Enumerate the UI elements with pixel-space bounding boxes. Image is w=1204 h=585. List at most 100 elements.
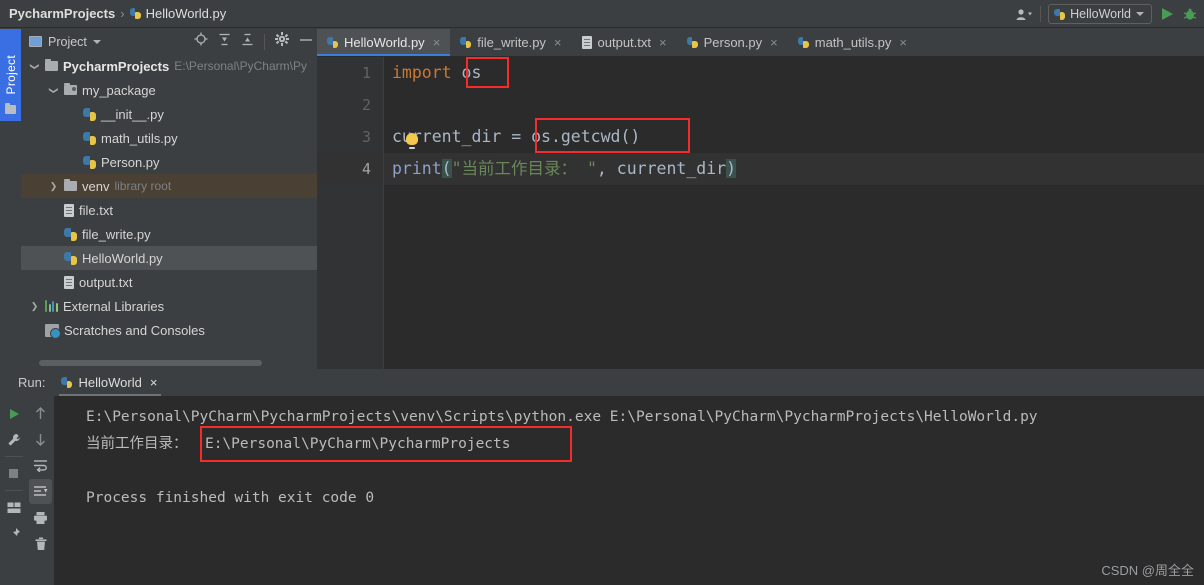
project-tool-window: Project ❯ PycharmProjects E:\Personal\Py… xyxy=(21,29,317,369)
close-icon[interactable]: × xyxy=(150,375,158,390)
tree-row-external-libraries[interactable]: ❯ External Libraries xyxy=(21,294,317,318)
editor-tab-output-txt[interactable]: output.txt × xyxy=(572,29,677,56)
run-button[interactable] xyxy=(1159,6,1175,22)
tree-row-scratches-and-consoles[interactable]: Scratches and Consoles xyxy=(21,318,317,342)
tool-window-strip-left: Project xyxy=(0,29,21,369)
package-folder-icon xyxy=(64,82,77,95)
console-line-4: Process finished with exit code 0 xyxy=(86,490,375,506)
tree-row-label: HelloWorld.py xyxy=(82,250,163,266)
tree-row-file-txt[interactable]: file.txt xyxy=(21,198,317,222)
up-arrow-icon[interactable] xyxy=(29,401,52,426)
editor-tab-label: file_write.py xyxy=(477,35,546,50)
wrench-settings-icon[interactable] xyxy=(2,427,25,452)
tree-row-person-py[interactable]: Person.py xyxy=(21,150,317,174)
close-icon[interactable]: × xyxy=(899,35,907,50)
code-text-area[interactable]: import os current_dir = os.getcwd() prin… xyxy=(384,57,1204,369)
tree-row-label: venv xyxy=(82,178,110,194)
chevron-right-icon[interactable]: ❯ xyxy=(29,301,40,312)
tree-row-helloworld-py[interactable]: HelloWorld.py xyxy=(21,246,317,270)
editor-area: HelloWorld.py × file_write.py × output.txt × P… xyxy=(317,29,1204,369)
close-icon[interactable]: × xyxy=(770,35,778,50)
tree-row-label: __init__.py xyxy=(101,106,164,122)
print-icon[interactable] xyxy=(29,505,52,530)
layout-icon[interactable] xyxy=(2,495,25,520)
text-file-icon xyxy=(64,203,74,217)
breadcrumb-file[interactable]: HelloWorld.py xyxy=(146,6,227,21)
console-line-1: E:\Personal\PyCharm\PycharmProjects\venv… xyxy=(86,409,1038,425)
expand-all-icon[interactable] xyxy=(218,33,231,51)
tree-row-label: my_package xyxy=(82,82,156,98)
close-icon[interactable]: × xyxy=(433,35,441,50)
tree-row-venv[interactable]: ❯ venv library root xyxy=(21,174,317,198)
editor-tab-bar: HelloWorld.py × file_write.py × output.txt × P… xyxy=(317,29,1204,57)
module-os: os xyxy=(451,63,482,82)
project-tree[interactable]: ❯ PycharmProjects E:\Personal\PyCharm\Py ❯ m… xyxy=(21,54,317,357)
sidebar-tab-project[interactable]: Project xyxy=(0,29,21,121)
tree-row-label: output.txt xyxy=(79,274,133,290)
breadcrumb-separator: › xyxy=(120,6,125,21)
intention-bulb-icon[interactable] xyxy=(406,133,418,149)
chevron-right-icon[interactable]: ❯ xyxy=(48,181,59,192)
python-file-icon xyxy=(460,37,472,48)
chevron-down-icon[interactable]: ❯ xyxy=(29,61,40,72)
editor-tab-label: Person.py xyxy=(703,35,763,50)
tree-row-label: Scratches and Consoles xyxy=(64,322,205,338)
scroll-to-end-icon[interactable] xyxy=(29,479,52,504)
soft-wrap-icon[interactable] xyxy=(29,453,52,478)
chevron-down-icon[interactable] xyxy=(92,39,101,44)
tree-row-label: Person.py xyxy=(101,154,160,170)
code-line-4: print("当前工作目录： ", current_dir) xyxy=(384,153,1204,185)
stop-icon[interactable] xyxy=(2,461,25,486)
tree-row-label: PycharmProjects xyxy=(63,58,170,74)
code-line-3: current_dir = os.getcwd() xyxy=(392,127,641,146)
debug-button[interactable] xyxy=(1182,6,1198,22)
run-toolbar-left xyxy=(0,396,27,585)
divider xyxy=(4,456,23,457)
tree-row-my-package[interactable]: ❯ my_package xyxy=(21,78,317,102)
tree-row-label: External Libraries xyxy=(63,298,165,314)
tree-row--init-py[interactable]: __init__.py xyxy=(21,102,317,126)
editor-gutter: 1 2 3 4 xyxy=(317,57,384,369)
run-configuration-selector[interactable]: HelloWorld xyxy=(1048,4,1152,24)
keyword-import: import xyxy=(392,63,452,82)
run-tab-helloworld[interactable]: HelloWorld × xyxy=(59,369,162,396)
string-literal: "当前工作目录： " xyxy=(451,159,597,178)
editor-tab-file-write-py[interactable]: file_write.py × xyxy=(450,29,571,56)
text-file-icon xyxy=(581,36,592,49)
editor-tab-math-utils-py[interactable]: math_utils.py × xyxy=(788,29,917,56)
python-file-icon xyxy=(83,107,96,121)
close-icon[interactable]: × xyxy=(554,35,562,50)
folder-icon xyxy=(5,103,16,114)
trash-icon[interactable] xyxy=(29,531,52,556)
user-account-icon[interactable] xyxy=(1016,8,1033,21)
run-panel-header: Run: HelloWorld × xyxy=(0,369,1204,396)
down-arrow-icon[interactable] xyxy=(29,427,52,452)
minimize-icon[interactable] xyxy=(299,33,313,51)
tree-row-math-utils-py[interactable]: math_utils.py xyxy=(21,126,317,150)
editor-tab-helloworld-py[interactable]: HelloWorld.py × xyxy=(317,29,451,56)
watermark: CSDN @周全全 xyxy=(1101,563,1194,578)
python-file-icon xyxy=(327,37,338,48)
code-line-1: import os xyxy=(384,57,1204,89)
project-tree-horizontal-scrollbar[interactable] xyxy=(39,360,262,366)
close-icon[interactable]: × xyxy=(659,35,667,50)
breadcrumb-project[interactable]: PycharmProjects xyxy=(9,6,115,21)
tree-row-label: math_utils.py xyxy=(101,130,178,146)
tree-row-suffix: library root xyxy=(114,179,172,193)
tree-row-output-txt[interactable]: output.txt xyxy=(21,270,317,294)
rerun-play-icon[interactable] xyxy=(2,401,25,426)
chevron-down-icon xyxy=(1136,12,1144,16)
pin-icon[interactable] xyxy=(2,521,25,546)
line-number: 1 xyxy=(361,64,371,82)
chevron-down-icon[interactable]: ❯ xyxy=(48,85,59,96)
editor-tab-person-py[interactable]: Person.py × xyxy=(677,29,788,56)
code-editor[interactable]: 1 2 3 4 import os current_dir = os.getcw… xyxy=(317,57,1204,369)
console-output[interactable]: E:\Personal\PyCharm\PycharmProjects\venv… xyxy=(54,396,1204,585)
run-configuration-label: HelloWorld xyxy=(1070,7,1131,21)
tree-row-file-write-py[interactable]: file_write.py xyxy=(21,222,317,246)
tree-row-pycharmprojects[interactable]: ❯ PycharmProjects E:\Personal\PyCharm\Py xyxy=(21,54,317,78)
collapse-all-icon[interactable] xyxy=(241,33,254,51)
settings-gear-icon[interactable] xyxy=(275,32,289,51)
divider xyxy=(1040,6,1042,22)
locate-icon[interactable] xyxy=(194,32,208,51)
